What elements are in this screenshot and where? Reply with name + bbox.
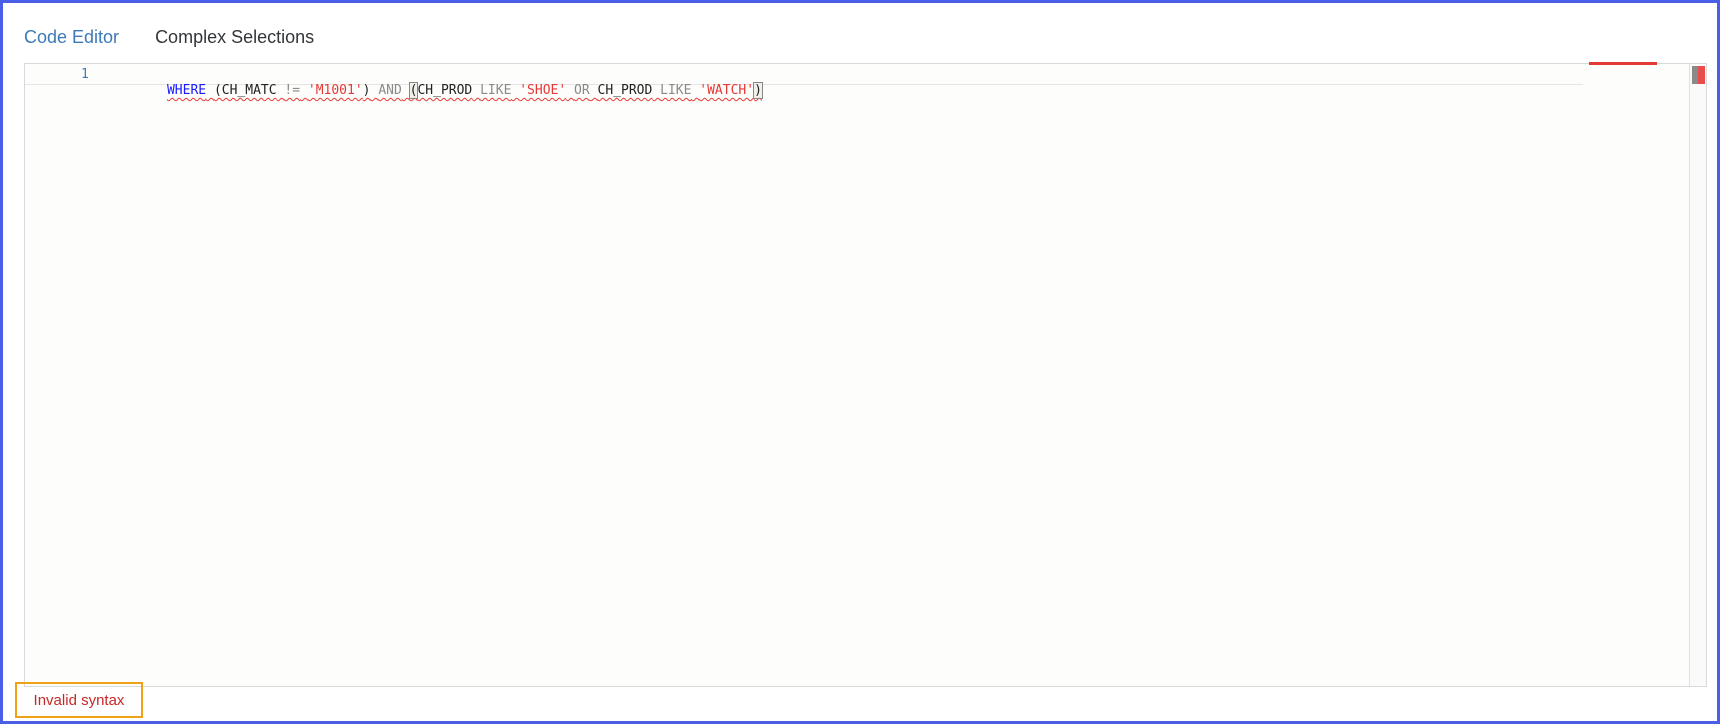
line-number: 1 xyxy=(81,67,89,82)
code-tokens: WHERE (CH_MATC != 'M1001') AND (CH_PROD … xyxy=(166,82,763,99)
tab-code-editor[interactable]: Code Editor xyxy=(24,25,119,49)
code-token-operator: != xyxy=(284,83,301,98)
code-token-string: 'M1001' xyxy=(307,83,363,98)
code-token-keyword-secondary: LIKE xyxy=(660,83,692,98)
code-token-keyword-primary: WHERE xyxy=(166,83,207,98)
tab-bar: Code Editor Complex Selections xyxy=(24,25,314,49)
window-frame: Code Editor Complex Selections 1 WHERE (… xyxy=(0,0,1720,724)
code-token-identifier: ) xyxy=(362,83,371,98)
error-marker xyxy=(1589,62,1657,65)
code-line[interactable]: WHERE (CH_MATC != 'M1001') AND (CH_PROD … xyxy=(120,67,763,115)
code-token-keyword-secondary: AND xyxy=(378,83,402,98)
overview-ruler-error-mark xyxy=(1692,66,1705,84)
code-token-keyword-secondary: LIKE xyxy=(480,83,512,98)
code-token-identifier: (CH_MATC xyxy=(213,83,277,98)
code-token-string: 'WATCH' xyxy=(699,83,755,98)
tab-complex-selections[interactable]: Complex Selections xyxy=(155,25,314,49)
editor-scrollbar[interactable] xyxy=(1689,64,1706,686)
code-token-identifier: CH_PROD xyxy=(417,83,473,98)
code-token-paren-match: ) xyxy=(753,82,763,99)
code-token-string: 'SHOE' xyxy=(519,83,567,98)
code-token-keyword-secondary: OR xyxy=(574,83,590,98)
code-token-identifier: CH_PROD xyxy=(597,83,653,98)
status-text: Invalid syntax xyxy=(33,691,125,709)
code-editor[interactable]: 1 WHERE (CH_MATC != 'M1001') AND (CH_PRO… xyxy=(24,62,1707,687)
status-message: Invalid syntax xyxy=(15,682,143,718)
